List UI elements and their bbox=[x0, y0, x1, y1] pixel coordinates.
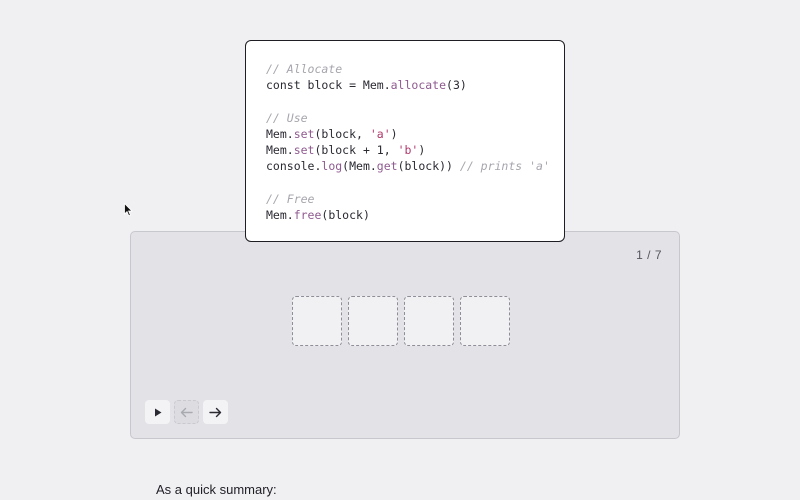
code-token: // prints 'a' bbox=[459, 159, 550, 174]
code-token: 'a' bbox=[369, 126, 391, 141]
forward-button[interactable] bbox=[203, 400, 228, 424]
code-token: 'b' bbox=[397, 142, 419, 157]
arrow-left-icon bbox=[180, 407, 193, 417]
code-token: ) bbox=[390, 126, 398, 141]
memory-cell bbox=[460, 296, 510, 346]
code-token: Mem. bbox=[266, 207, 294, 222]
code-line: Mem.set(block, 'a') bbox=[266, 126, 564, 142]
code-token: free bbox=[293, 207, 322, 222]
play-button[interactable] bbox=[145, 400, 170, 424]
step-counter: 1 / 7 bbox=[636, 248, 662, 262]
code-token: // Allocate bbox=[266, 62, 343, 76]
back-button[interactable] bbox=[174, 400, 199, 424]
code-token: Mem. bbox=[266, 142, 294, 157]
code-token: (block) bbox=[321, 207, 370, 222]
code-token: allocate bbox=[390, 78, 447, 93]
code-token: const block = Mem. bbox=[266, 78, 391, 93]
code-token: (block)) bbox=[397, 159, 460, 174]
code-token: Mem. bbox=[266, 126, 294, 141]
memory-visualization-panel: 1 / 7 bbox=[130, 231, 680, 439]
code-token: (3) bbox=[446, 78, 467, 93]
memory-cells bbox=[292, 296, 510, 346]
code-token: // Free bbox=[266, 191, 315, 206]
code-line: const block = Mem.allocate(3) bbox=[266, 77, 564, 93]
code-line: // Use bbox=[266, 110, 564, 126]
code-token: log bbox=[321, 159, 343, 174]
code-token: console. bbox=[266, 159, 322, 174]
code-line: console.log(Mem.get(block)) // prints 'a… bbox=[266, 158, 564, 174]
play-icon bbox=[154, 408, 161, 416]
memory-cell bbox=[404, 296, 454, 346]
memory-cell bbox=[348, 296, 398, 346]
code-token: (Mem. bbox=[342, 159, 377, 174]
code-token: set bbox=[293, 126, 315, 141]
code-token: (block, bbox=[314, 126, 370, 141]
code-block: // Allocate const block = Mem.allocate(3)… bbox=[266, 61, 564, 223]
memory-cell bbox=[292, 296, 342, 346]
code-token: ) bbox=[418, 142, 426, 157]
code-token: (block + 1, bbox=[314, 142, 398, 157]
code-snippet-card: // Allocate const block = Mem.allocate(3)… bbox=[245, 40, 565, 242]
code-token: get bbox=[376, 159, 398, 174]
code-line: // Allocate bbox=[266, 61, 564, 77]
playback-controls bbox=[145, 400, 228, 424]
code-line: Mem.free(block) bbox=[266, 207, 564, 223]
code-token: set bbox=[293, 142, 315, 157]
summary-text: As a quick summary: bbox=[156, 482, 277, 497]
code-line: Mem.set(block + 1, 'b') bbox=[266, 142, 564, 158]
code-line: // Free bbox=[266, 191, 564, 207]
mouse-pointer-icon bbox=[124, 203, 133, 217]
arrow-right-icon bbox=[209, 407, 222, 417]
code-token: // Use bbox=[266, 110, 308, 125]
